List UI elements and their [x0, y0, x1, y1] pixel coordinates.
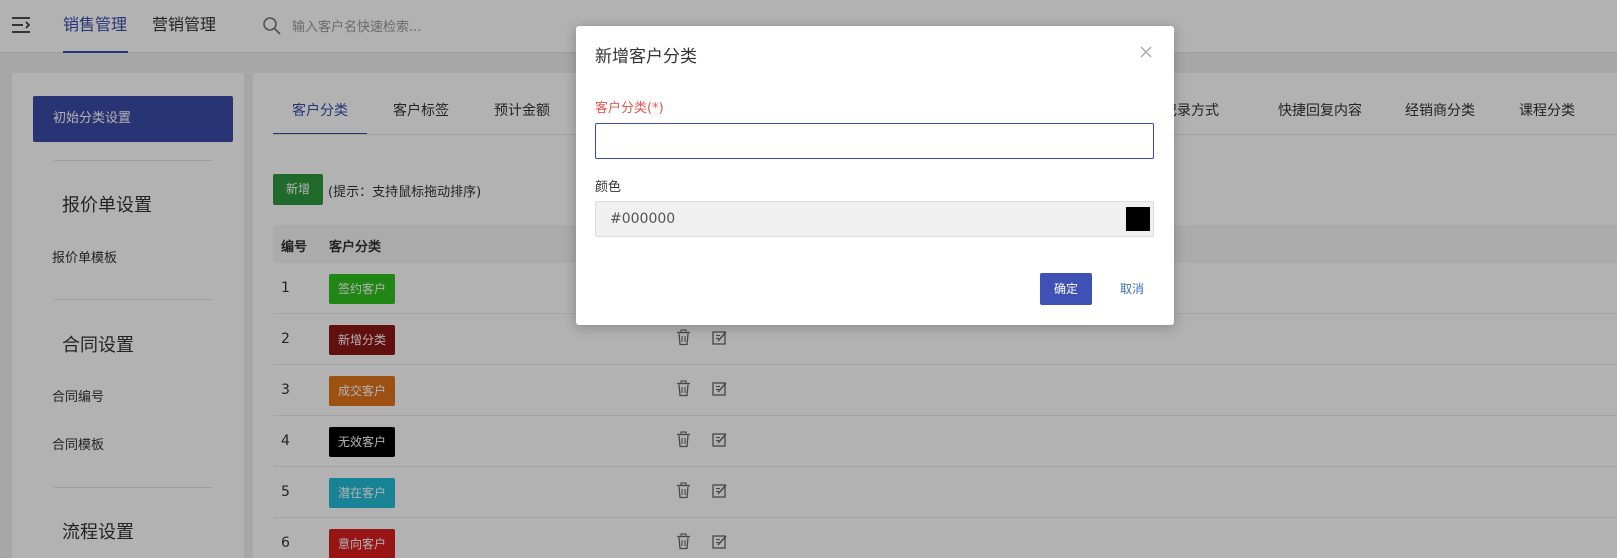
add-category-dialog: 新增客户分类 客户分类(*) 颜色 #000000 确定 取消 — [576, 26, 1174, 325]
cancel-button[interactable]: 取消 — [1106, 273, 1158, 305]
color-picker-swatch[interactable] — [1126, 207, 1150, 231]
page: 销售管理 营销管理 初始分类设置 报价单设置 报价单模板 合同设置 合同编号 合… — [0, 0, 1617, 558]
category-field-label: 客户分类(*) — [595, 101, 664, 116]
close-icon[interactable] — [1137, 43, 1155, 61]
confirm-button[interactable]: 确定 — [1040, 273, 1092, 305]
category-name-input[interactable] — [595, 123, 1154, 159]
color-value: #000000 — [610, 211, 676, 227]
color-field-label: 颜色 — [595, 180, 622, 195]
dialog-title: 新增客户分类 — [595, 47, 697, 67]
color-field[interactable]: #000000 — [595, 201, 1154, 237]
